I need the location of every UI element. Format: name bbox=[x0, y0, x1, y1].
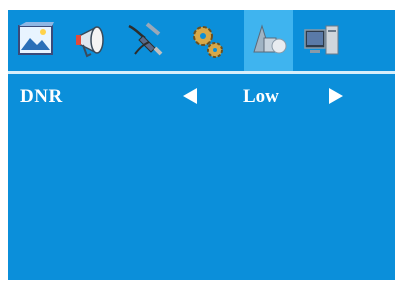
dnr-setting-row[interactable]: DNR Low bbox=[8, 82, 395, 112]
osd-menu-panel: DNR Low bbox=[8, 10, 395, 280]
menu-tab-bar bbox=[8, 10, 395, 71]
picture-icon bbox=[18, 22, 54, 55]
dnr-value: Low bbox=[243, 86, 279, 107]
cable-connector-icon bbox=[128, 22, 163, 56]
tab-pc[interactable] bbox=[298, 10, 347, 71]
gears-icon bbox=[193, 26, 223, 58]
tab-picture[interactable] bbox=[12, 10, 61, 71]
tab-divider bbox=[8, 71, 395, 74]
computer-icon bbox=[304, 25, 339, 55]
megaphone-icon bbox=[76, 26, 104, 58]
dnr-label: DNR bbox=[20, 86, 63, 107]
increase-arrow-icon[interactable] bbox=[329, 88, 343, 104]
3d-shapes-icon bbox=[253, 24, 287, 54]
tab-3d[interactable] bbox=[244, 10, 293, 71]
tab-audio[interactable] bbox=[67, 10, 116, 71]
decrease-arrow-icon[interactable] bbox=[183, 88, 197, 104]
tab-connection[interactable] bbox=[121, 10, 170, 71]
tab-settings[interactable] bbox=[183, 10, 232, 71]
